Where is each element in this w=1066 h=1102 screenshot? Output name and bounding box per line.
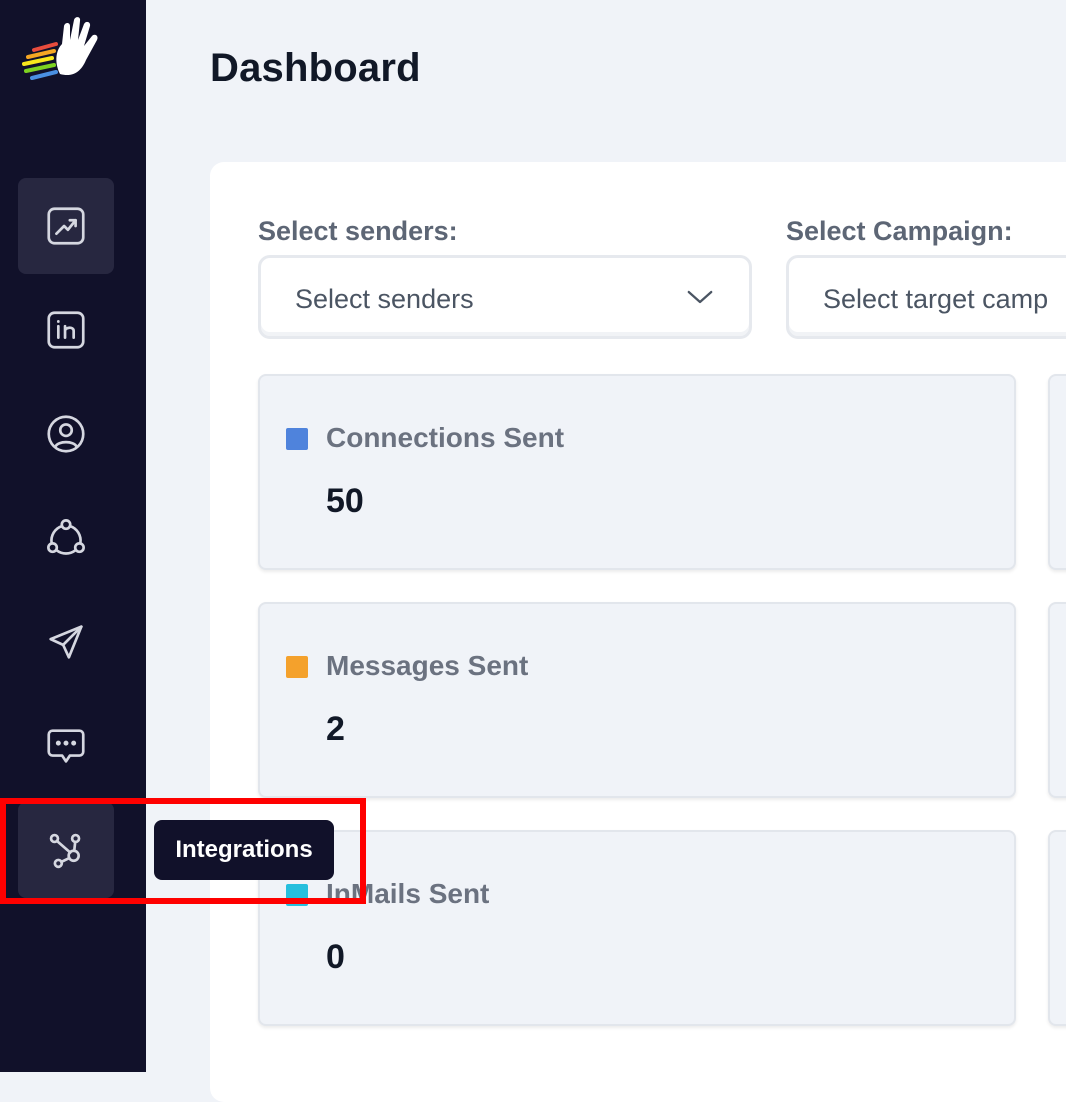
stat-card-connections: Connections Sent 50 — [258, 374, 1016, 570]
trend-chart-icon — [47, 207, 85, 245]
campaign-select-placeholder: Select target camp — [823, 284, 1049, 314]
sidebar-item-integrations[interactable] — [18, 802, 114, 898]
stat-card-partial — [1048, 602, 1066, 798]
sidebar-item-network[interactable] — [18, 490, 114, 586]
network-cycle-icon — [47, 519, 85, 555]
sidebar-item-messages[interactable] — [18, 698, 114, 794]
stat-value: 2 — [326, 710, 345, 748]
page-title: Dashboard — [210, 46, 421, 90]
inmails-color-swatch — [286, 884, 308, 906]
senders-select-placeholder: Select senders — [295, 284, 474, 314]
sidebar — [0, 0, 146, 1072]
paper-plane-icon — [49, 625, 83, 659]
sidebar-item-analytics[interactable] — [18, 178, 114, 274]
waving-hand-logo-icon[interactable] — [20, 16, 110, 86]
stat-value: 0 — [326, 938, 345, 976]
user-circle-icon — [47, 415, 85, 453]
stat-card-inmails: InMails Sent 0 — [258, 830, 1016, 1026]
stat-value: 50 — [326, 482, 364, 520]
linkedin-icon — [47, 311, 85, 349]
stat-card-partial — [1048, 374, 1066, 570]
sidebar-item-profile[interactable] — [18, 386, 114, 482]
stat-label: Messages Sent — [326, 650, 529, 681]
sidebar-item-linkedin[interactable] — [18, 282, 114, 378]
connections-color-swatch — [286, 428, 308, 450]
sidebar-item-campaigns[interactable] — [18, 594, 114, 690]
integrations-tooltip: Integrations — [154, 820, 334, 880]
stat-label: InMails Sent — [326, 878, 490, 909]
senders-select[interactable]: Select senders — [258, 255, 752, 339]
chat-bubble-icon — [47, 729, 85, 763]
chevron-down-icon — [687, 290, 713, 304]
stat-label: Connections Sent — [326, 422, 565, 453]
campaign-filter-label: Select Campaign: — [786, 216, 1013, 246]
messages-color-swatch — [286, 656, 308, 678]
stat-card-messages: Messages Sent 2 — [258, 602, 1016, 798]
stat-card-partial — [1048, 830, 1066, 1026]
campaign-select[interactable]: Select target camp — [786, 255, 1066, 339]
integrations-hub-icon — [49, 833, 81, 869]
senders-filter-label: Select senders: — [258, 216, 458, 246]
